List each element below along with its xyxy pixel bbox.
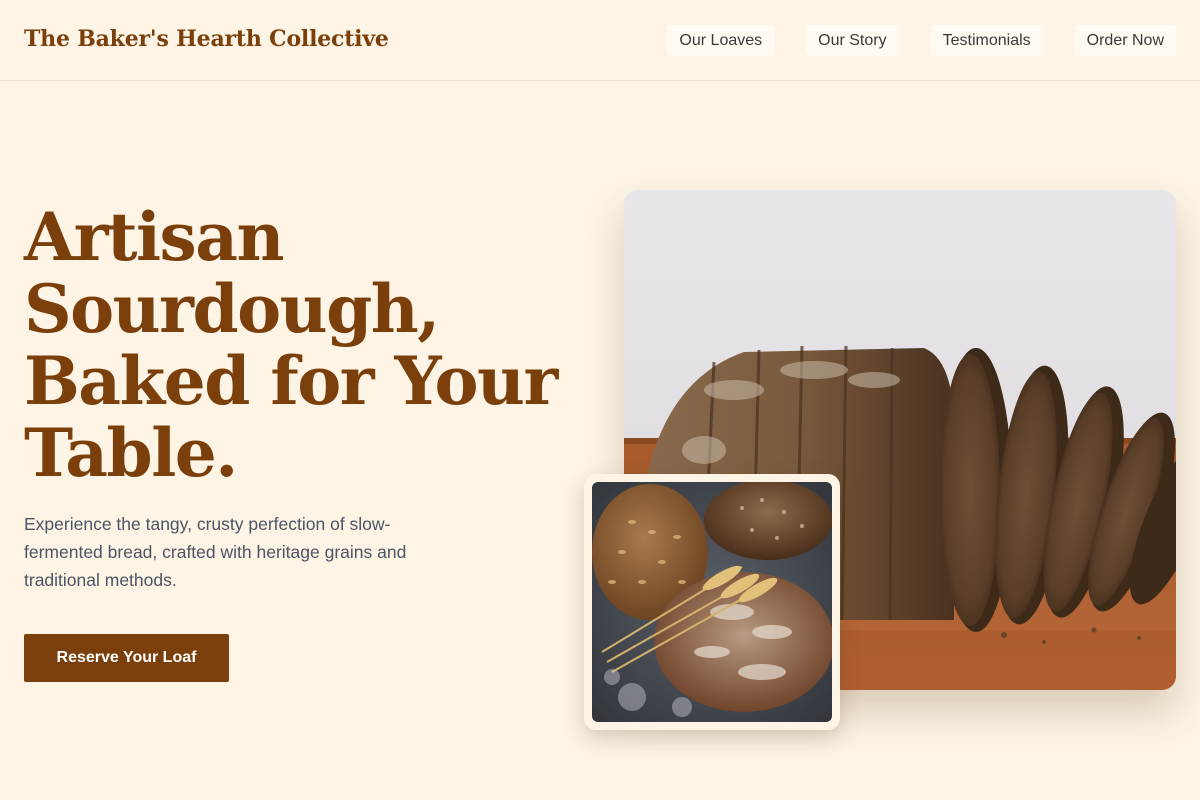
hero-title: Artisan Sourdough, Baked for Your Table. bbox=[24, 201, 564, 489]
brand-logo[interactable]: The Baker's Hearth Collective bbox=[24, 26, 389, 52]
hero-title-line: Baked for Your bbox=[24, 342, 558, 420]
seeded-breads-photo bbox=[592, 482, 832, 722]
nav-link-testimonials[interactable]: Testimonials bbox=[930, 25, 1043, 56]
hero-title-line: Artisan bbox=[24, 198, 284, 276]
main-nav: Our Loaves Our Story Testimonials Order … bbox=[667, 25, 1176, 56]
nav-link-order-now[interactable]: Order Now bbox=[1074, 25, 1176, 56]
hero-description: Experience the tangy, crusty perfection … bbox=[24, 514, 407, 590]
nav-link-our-loaves[interactable]: Our Loaves bbox=[667, 25, 775, 56]
hero-title-line: Table. bbox=[24, 414, 238, 492]
reserve-loaf-button[interactable]: Reserve Your Loaf bbox=[24, 634, 229, 682]
secondary-photo-card bbox=[584, 474, 840, 730]
nav-link-our-story[interactable]: Our Story bbox=[806, 25, 899, 56]
hero-title-line: Sourdough, bbox=[24, 270, 440, 348]
site-header: The Baker's Hearth Collective Our Loaves… bbox=[0, 0, 1200, 81]
